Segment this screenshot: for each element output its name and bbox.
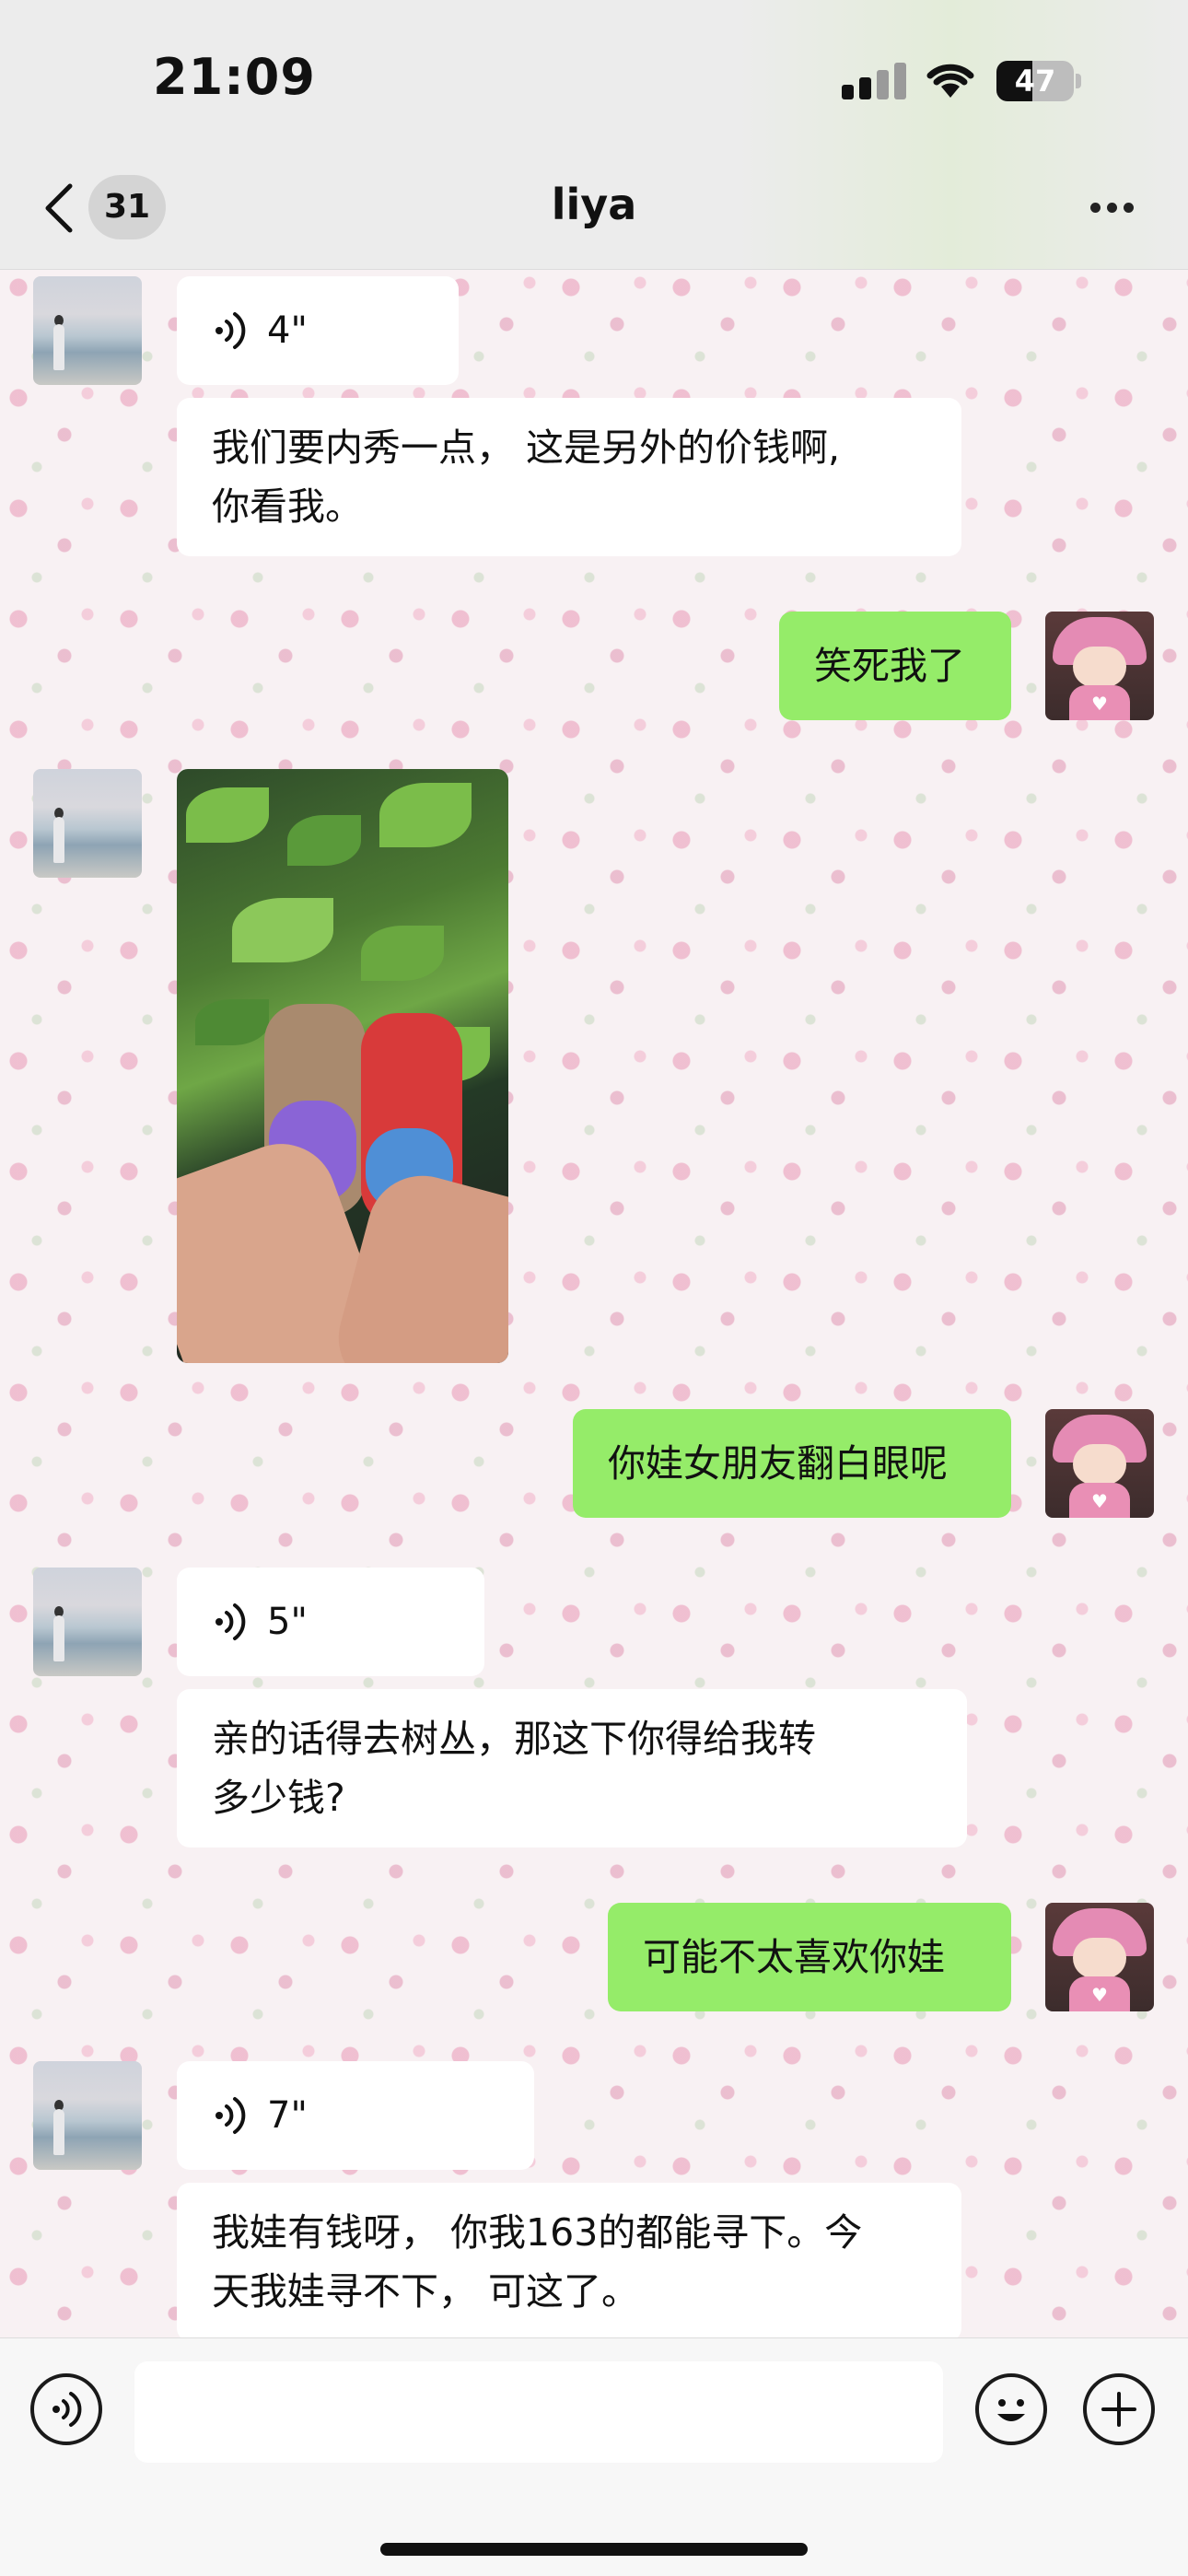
more-icon[interactable] bbox=[1087, 193, 1138, 221]
my-avatar[interactable]: ♥ bbox=[1045, 1409, 1154, 1518]
voice-input-button[interactable] bbox=[30, 2373, 102, 2445]
plus-button[interactable] bbox=[1083, 2373, 1155, 2445]
cellular-signal-icon bbox=[842, 63, 906, 99]
voice-duration: 4" bbox=[267, 309, 308, 352]
voice-wave-icon bbox=[215, 1603, 246, 1640]
chat-title: liya bbox=[551, 180, 637, 229]
voice-duration: 5" bbox=[267, 1601, 308, 1643]
my-avatar[interactable]: ♥ bbox=[1045, 1903, 1154, 2011]
contact-avatar[interactable] bbox=[33, 769, 142, 878]
voice-icon bbox=[52, 2392, 82, 2427]
battery-percent: 47 bbox=[1014, 64, 1056, 99]
voice-wave-icon bbox=[215, 2097, 246, 2134]
voice-message[interactable]: 4" bbox=[177, 276, 459, 385]
input-bar bbox=[0, 2337, 1188, 2576]
message-line: 你看我。 bbox=[212, 484, 363, 529]
message-line: 我娃有钱呀， 你我163的都能寻下。今 bbox=[212, 2210, 863, 2255]
message-input[interactable] bbox=[134, 2361, 943, 2463]
message-line: 多少钱? bbox=[212, 1776, 345, 1820]
contact-avatar[interactable] bbox=[33, 276, 142, 385]
plus-icon bbox=[1101, 2392, 1136, 2427]
voice-duration: 7" bbox=[267, 2094, 308, 2137]
message-line: 我们要内秀一点， 这是另外的价钱啊, bbox=[212, 425, 841, 470]
voice-message[interactable]: 5" bbox=[177, 1568, 484, 1676]
emoji-icon bbox=[997, 2399, 1025, 2421]
text-message[interactable]: 亲的话得去树丛，那这下你得给我转 多少钱? bbox=[177, 1689, 967, 1847]
image-message[interactable] bbox=[177, 769, 508, 1363]
voice-message[interactable]: 7" bbox=[177, 2061, 534, 2170]
my-avatar[interactable]: ♥ bbox=[1045, 612, 1154, 720]
text-message[interactable]: 我娃有钱呀， 你我163的都能寻下。今 天我娃寻不下， 可这了。 bbox=[177, 2183, 961, 2341]
battery-indicator: 47 bbox=[996, 61, 1081, 101]
top-bar: 21:09 47 31 liya bbox=[0, 0, 1188, 270]
message-line: 亲的话得去树丛，那这下你得给我转 bbox=[212, 1717, 816, 1761]
message-line: 天我娃寻不下， 可这了。 bbox=[212, 2269, 640, 2314]
emoji-button[interactable] bbox=[975, 2373, 1047, 2445]
home-indicator bbox=[380, 2543, 808, 2556]
status-time: 21:09 bbox=[153, 48, 316, 106]
text-message[interactable]: 我们要内秀一点， 这是另外的价钱啊, 你看我。 bbox=[177, 398, 961, 556]
voice-wave-icon bbox=[215, 312, 246, 349]
wifi-icon bbox=[926, 64, 974, 98]
contact-avatar[interactable] bbox=[33, 2061, 142, 2170]
sent-message[interactable]: 笑死我了 bbox=[779, 612, 1011, 720]
sent-message[interactable]: 你娃女朋友翻白眼呢 bbox=[573, 1409, 1011, 1518]
sent-message[interactable]: 可能不太喜欢你娃 bbox=[608, 1903, 1011, 2011]
contact-avatar[interactable] bbox=[33, 1568, 142, 1676]
